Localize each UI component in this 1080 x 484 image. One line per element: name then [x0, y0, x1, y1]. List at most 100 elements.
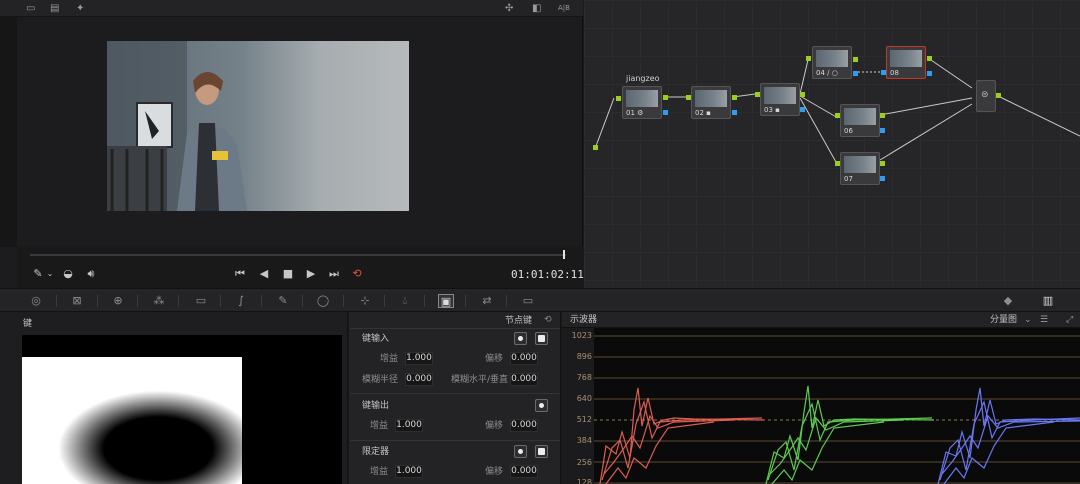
- divider: [350, 328, 560, 329]
- qualifier-invert-button[interactable]: [535, 445, 548, 458]
- scope-y-tick: 896: [576, 352, 592, 361]
- divider: [350, 393, 560, 394]
- scope-y-tick: 128: [576, 478, 592, 484]
- node-output-pin[interactable]: [732, 95, 737, 100]
- node-key-output-pin[interactable]: [732, 110, 737, 115]
- node-key-output-pin[interactable]: [927, 71, 932, 76]
- key-input-offset-field[interactable]: 0.000: [510, 352, 538, 365]
- node-03[interactable]: 03 ▪: [760, 83, 800, 116]
- node-output-pin[interactable]: [880, 113, 885, 118]
- palette-separator: [220, 295, 221, 307]
- tracker-icon[interactable]: ⊹: [357, 294, 373, 308]
- node-input-pin[interactable]: [806, 56, 811, 61]
- node-key-output-pin[interactable]: [880, 128, 885, 133]
- key-input-invert-button[interactable]: [535, 332, 548, 345]
- motion-effects-icon[interactable]: ▭: [193, 294, 209, 308]
- parade-scope: [594, 328, 1080, 484]
- scope-y-tick: 256: [576, 458, 592, 467]
- key-input-mode-button[interactable]: [514, 332, 527, 345]
- palette-separator: [506, 295, 507, 307]
- gain-label: 增益: [370, 467, 389, 477]
- stereo-icon[interactable]: ◆: [1000, 294, 1016, 308]
- reset-icon[interactable]: ⟲: [544, 314, 552, 326]
- node-output-pin[interactable]: [880, 161, 885, 166]
- parade-waveform: [594, 335, 1080, 484]
- window-icon[interactable]: ◯: [315, 294, 331, 308]
- node-06[interactable]: 06: [840, 104, 880, 137]
- node-input-pin[interactable]: [835, 161, 840, 166]
- node-thumbnail: [890, 50, 922, 67]
- node-thumbnail: [764, 87, 796, 104]
- palette-separator: [384, 295, 385, 307]
- scopes-toggle-icon[interactable]: ▥: [1040, 294, 1056, 308]
- node-02[interactable]: 02 ▪: [691, 86, 731, 119]
- qualifier-icon[interactable]: ✎: [275, 294, 291, 308]
- node-key-output-pin[interactable]: [880, 176, 885, 181]
- key-input-blur-hv-field[interactable]: 0.000: [510, 373, 538, 386]
- divider: [350, 440, 560, 441]
- 3d-icon[interactable]: ▭: [520, 294, 536, 308]
- node-connections: [595, 57, 1080, 163]
- node-thumbnail: [844, 156, 876, 173]
- palette-separator: [424, 295, 425, 307]
- node-output-pin[interactable]: [663, 95, 668, 100]
- key-output-mode-button[interactable]: [535, 399, 548, 412]
- key-icon[interactable]: ▣: [438, 294, 454, 308]
- sizing-icon[interactable]: ⇄: [479, 294, 495, 308]
- node-key-output-pin[interactable]: [853, 71, 858, 76]
- node-input-pin[interactable]: [755, 92, 760, 97]
- key-output-offset-field[interactable]: 0.000: [510, 419, 538, 432]
- node-08[interactable]: 08: [886, 46, 926, 79]
- key-input-blur-radius-field[interactable]: 0.000: [405, 373, 433, 386]
- node-07[interactable]: 07: [840, 152, 880, 185]
- color-wheels-icon[interactable]: ⊕: [110, 294, 126, 308]
- offset-label: 偏移: [485, 421, 504, 431]
- palette-separator: [178, 295, 179, 307]
- scope-y-tick: 512: [576, 415, 592, 424]
- node-input-pin[interactable]: [686, 95, 691, 100]
- node-key-output-pin[interactable]: [800, 107, 805, 112]
- node-key-input-pin[interactable]: [881, 70, 886, 75]
- qualifier-offset-field[interactable]: 0.000: [510, 465, 538, 478]
- mixer-output-pin[interactable]: [996, 93, 1001, 98]
- palette-separator: [137, 295, 138, 307]
- node-thumbnail: [816, 50, 848, 67]
- node-key-output-pin[interactable]: [663, 110, 668, 115]
- gain-label: 增益: [380, 354, 399, 364]
- palette-separator: [343, 295, 344, 307]
- node-label: 02 ▪: [695, 109, 711, 117]
- blur-radius-label: 模糊半径: [362, 375, 399, 385]
- node-04[interactable]: 04 ∕ ○: [812, 46, 852, 79]
- node-source-output[interactable]: [593, 145, 598, 150]
- palette-separator: [465, 295, 466, 307]
- node-01[interactable]: 01 ⚙: [622, 86, 662, 119]
- gain-label: 增益: [370, 421, 389, 431]
- node-input-pin[interactable]: [616, 96, 621, 101]
- palette-toolbar: ◎ ⊠ ⊕ ⁂ ▭ ∫ ✎ ◯ ⊹ 💧︎ ▣ ⇄ ▭ ◆ ▥: [0, 288, 1080, 312]
- offset-label: 偏移: [485, 467, 504, 477]
- layer-mixer-node[interactable]: ⊜: [976, 80, 996, 112]
- node-label: 01 ⚙: [626, 109, 644, 117]
- node-output-pin[interactable]: [800, 92, 805, 97]
- key-input-gain-field[interactable]: 1.000: [405, 352, 433, 365]
- qualifier-gain-field[interactable]: 1.000: [395, 465, 423, 478]
- chevron-down-icon[interactable]: ⌄: [1024, 314, 1032, 326]
- blur-icon[interactable]: 💧︎: [397, 294, 413, 308]
- scope-settings-icon[interactable]: ☰: [1040, 314, 1048, 326]
- node-output-pin[interactable]: [927, 56, 932, 61]
- node-output-pin[interactable]: [853, 57, 858, 62]
- curves-icon[interactable]: ∫: [233, 294, 249, 308]
- node-label: 07: [844, 175, 853, 183]
- scope-y-tick: 640: [576, 394, 592, 403]
- key-output-gain-field[interactable]: 1.000: [395, 419, 423, 432]
- qualifier-mode-button[interactable]: [514, 445, 527, 458]
- expand-icon[interactable]: ⤢: [1066, 314, 1073, 326]
- color-match-icon[interactable]: ⊠: [69, 294, 85, 308]
- camera-raw-icon[interactable]: ◎: [28, 294, 44, 308]
- rgb-mixer-icon[interactable]: ⁂: [151, 294, 167, 308]
- node-thumbnail: [626, 90, 658, 107]
- key-matte-picture: [22, 335, 342, 484]
- scope-mode-select[interactable]: 分量图: [990, 314, 1017, 326]
- scope-y-tick: 384: [576, 436, 592, 445]
- node-input-pin[interactable]: [835, 113, 840, 118]
